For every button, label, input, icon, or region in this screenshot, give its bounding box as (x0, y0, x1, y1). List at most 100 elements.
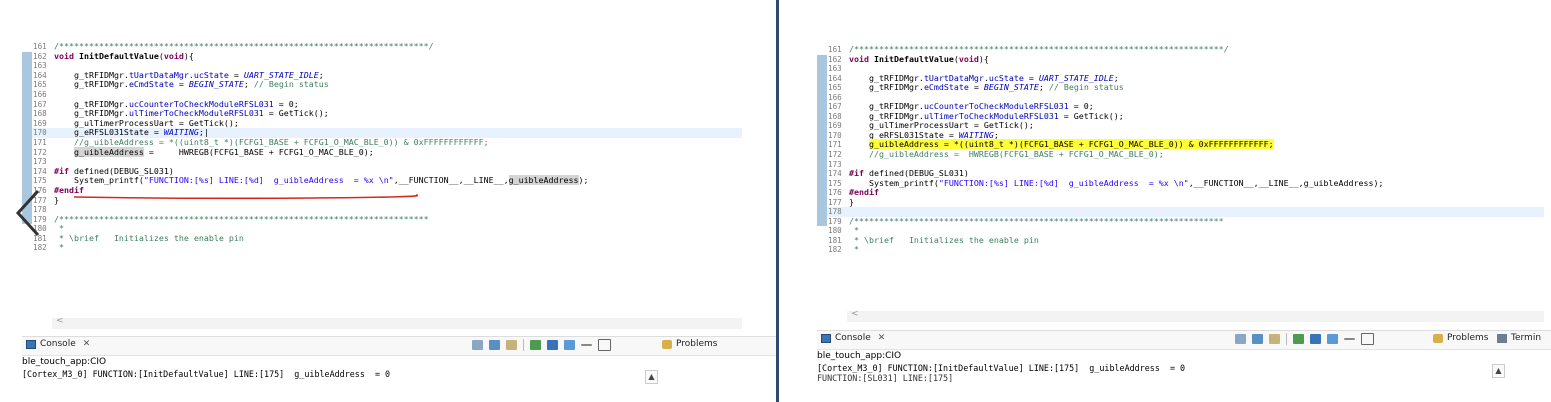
code-text: System_printf("FUNCTION:[%s] LINE:[%d] g… (54, 175, 589, 186)
clear-console-icon[interactable] (472, 340, 483, 350)
code-line[interactable]: 162 void InitDefaultValue(void){ (22, 51, 742, 62)
scroll-lock-icon[interactable] (489, 340, 500, 350)
code-token: * (849, 244, 859, 255)
code-token: #endif (849, 187, 879, 198)
horizontal-scrollbar[interactable]: < (52, 316, 742, 329)
line-gutter-marker (817, 245, 827, 255)
console-process-name: ble_touch_app:CIO (817, 351, 902, 361)
console-toolbar (472, 339, 611, 351)
code-line[interactable]: 181 * \brief Initializes the enable pin (22, 233, 742, 244)
code-token: UART_STATE_IDLE (1038, 72, 1114, 83)
code-token: ; (1113, 72, 1119, 83)
line-gutter-marker (817, 121, 827, 131)
minimize-icon[interactable] (1344, 338, 1355, 340)
console-toolbar (1235, 333, 1374, 345)
close-icon[interactable]: ✕ (878, 333, 886, 343)
code-line[interactable]: 179/************************************… (817, 216, 1544, 227)
tab-problems[interactable]: Problems (662, 339, 717, 349)
scroll-up-icon[interactable]: ▲ (1492, 364, 1505, 378)
code-text: g_tRFIDMgr.eCmdState = BEGIN_STATE; // B… (54, 80, 329, 90)
code-line[interactable]: 175 System_printf("FUNCTION:[%s] LINE:[%… (22, 175, 742, 186)
tab-terminal-label: Termin (1511, 333, 1542, 343)
toolbar-separator (523, 339, 524, 351)
line-gutter-marker (817, 226, 827, 236)
pin-console-icon[interactable] (1293, 334, 1304, 344)
code-editor[interactable]: 161 /************************************… (22, 41, 742, 332)
tab-console[interactable]: Console ✕ (26, 339, 90, 349)
line-number: 164 (33, 70, 47, 80)
word-wrap-icon[interactable] (506, 340, 517, 350)
scroll-left-icon[interactable]: < (851, 309, 859, 319)
code-token: ucState (193, 69, 229, 80)
code-line[interactable]: 182 * (817, 245, 1544, 255)
line-gutter-marker (817, 216, 827, 227)
line-gutter-marker (22, 166, 32, 177)
scroll-left-icon[interactable]: < (56, 316, 64, 326)
code-token: defined(DEBUG_SL031) (69, 165, 174, 176)
code-line[interactable]: 182 * (22, 243, 742, 253)
code-line[interactable]: 172 g_uibleAddress = HWREGB(FCFG1_BASE +… (22, 146, 742, 158)
code-token: ,__FUNCTION__,__LINE__,g_uibleAddress); (1188, 177, 1384, 188)
horizontal-scrollbar[interactable]: < (847, 309, 1544, 322)
pin-console-icon[interactable] (530, 340, 541, 350)
code-line[interactable]: 172 //g_uibleAddress = HWREGB(FCFG1_BASE… (817, 149, 1544, 160)
code-line[interactable]: 179/************************************… (22, 214, 742, 225)
code-text: * (54, 243, 64, 253)
line-gutter-marker (817, 169, 827, 179)
console-output[interactable]: ble_touch_app:CIO [Cortex_M3_0] FUNCTION… (817, 350, 1537, 402)
tab-console[interactable]: Console ✕ (821, 333, 885, 343)
display-console-icon[interactable] (1310, 334, 1321, 344)
clear-console-icon[interactable] (1235, 334, 1246, 344)
code-line[interactable]: 177} (817, 197, 1544, 208)
line-number: 169 (828, 121, 842, 131)
word-wrap-icon[interactable] (1269, 334, 1280, 344)
line-number: 162 (828, 54, 842, 64)
scroll-up-icon[interactable]: ▲ (645, 370, 658, 384)
code-line[interactable]: 165 g_tRFIDMgr.eCmdState = BEGIN_STATE; … (22, 80, 742, 90)
tab-problems[interactable]: Problems (1433, 333, 1488, 343)
code-editor[interactable]: 161 /************************************… (817, 44, 1544, 325)
line-number: 178 (828, 207, 842, 217)
line-number: 170 (33, 128, 47, 138)
line-gutter-marker (817, 178, 827, 189)
maximize-icon[interactable] (598, 339, 611, 351)
line-gutter-marker (22, 80, 32, 90)
code-token: = (968, 82, 984, 93)
display-console-icon[interactable] (547, 340, 558, 350)
code-line[interactable]: 175 System_printf("FUNCTION:[%s] LINE:[%… (817, 177, 1544, 189)
line-number: 164 (828, 73, 842, 83)
back-chevron-icon[interactable] (14, 188, 44, 238)
open-console-icon[interactable] (1327, 334, 1338, 344)
line-gutter-marker (22, 128, 32, 138)
code-text: /***************************************… (849, 216, 1224, 227)
line-number: 171 (33, 137, 47, 147)
code-line[interactable]: 176 #endif (817, 187, 1544, 198)
code-text: * \brief Initializes the enable pin (54, 233, 244, 244)
code-line[interactable]: 181 * \brief Initializes the enable pin (817, 235, 1544, 246)
code-token: g_eRFSL031State = (849, 129, 959, 140)
minimize-icon[interactable] (581, 344, 592, 346)
code-token: = (228, 69, 244, 80)
code-line[interactable]: 165 g_tRFIDMgr.eCmdState = BEGIN_STATE; … (817, 82, 1544, 93)
close-icon[interactable]: ✕ (83, 339, 91, 349)
line-number: 165 (33, 80, 47, 90)
code-token: * (54, 223, 64, 234)
code-token: tUartDataMgr (128, 69, 189, 80)
code-token: = GetTick(); (263, 108, 329, 119)
code-token: ;| (198, 127, 209, 138)
code-token: g_tRFIDMgr. (54, 98, 129, 109)
code-token: "FUNCTION:[%s] LINE:[%d] g_uibleAddress … (143, 175, 394, 186)
line-gutter-marker (817, 54, 827, 65)
code-text: void InitDefaultValue(void){ (54, 51, 194, 62)
code-token: } (54, 194, 59, 205)
tab-console-label: Console (835, 333, 871, 343)
line-number: 167 (828, 102, 842, 112)
line-gutter-marker (22, 42, 32, 52)
maximize-icon[interactable] (1361, 333, 1374, 345)
code-token: #if (54, 165, 69, 176)
line-number: 168 (33, 109, 47, 119)
open-console-icon[interactable] (564, 340, 575, 350)
scroll-lock-icon[interactable] (1252, 334, 1263, 344)
tab-terminal[interactable]: Termin (1497, 333, 1541, 343)
code-line[interactable]: 162 void InitDefaultValue(void){ (817, 54, 1544, 65)
